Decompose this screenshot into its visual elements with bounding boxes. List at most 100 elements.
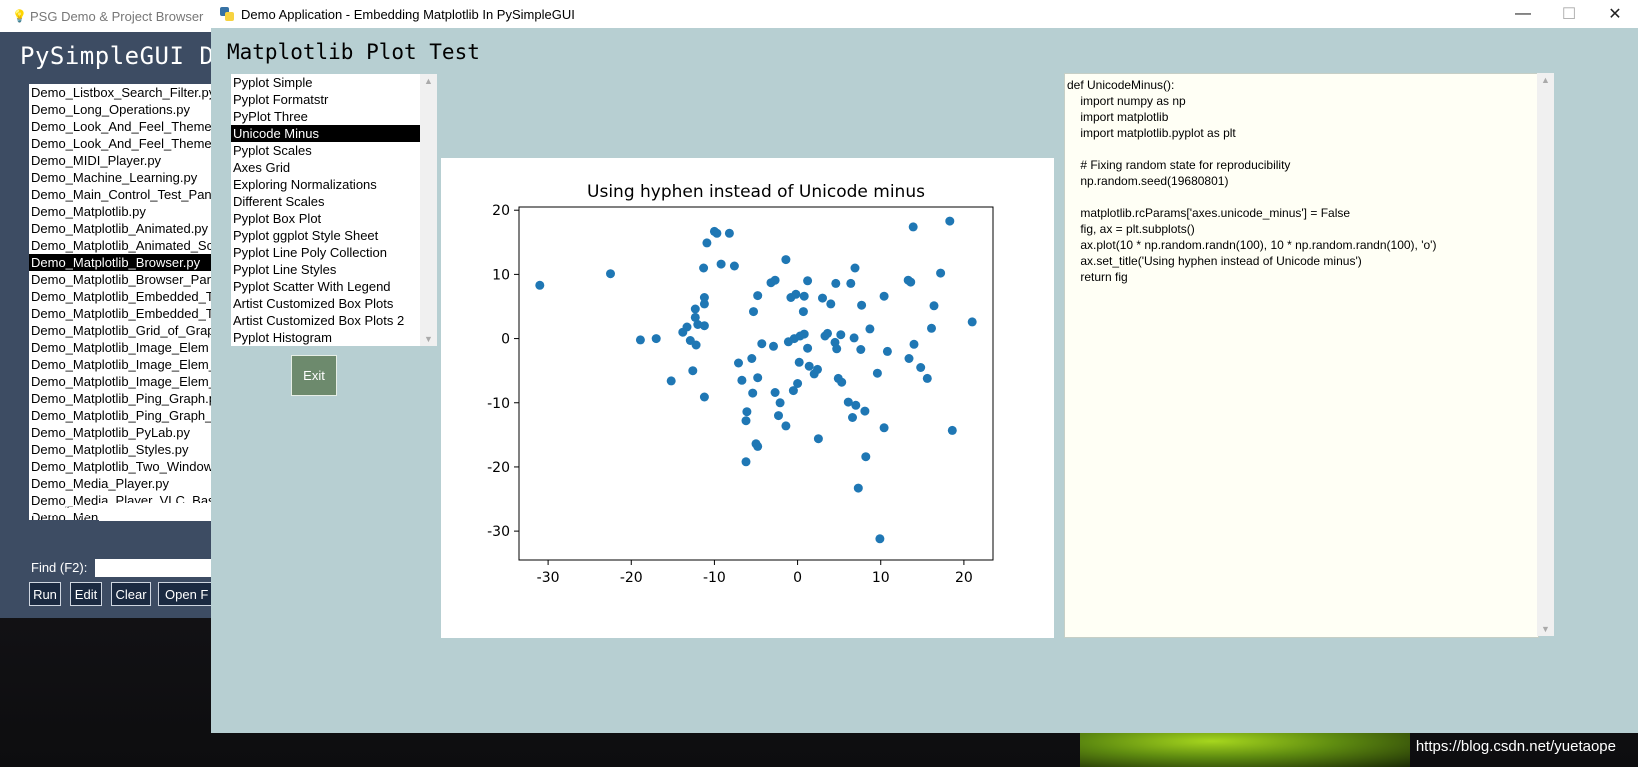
file-list-item[interactable]: Demo_MIDI_Player.py [29, 152, 214, 169]
y-tick-label: -20 [487, 460, 510, 476]
file-list-item[interactable]: Demo_Matplotlib_Embedded_T [29, 288, 214, 305]
y-tick-label: 10 [492, 267, 510, 283]
data-point [699, 299, 709, 309]
plot-list-item[interactable]: Pyplot Simple [231, 74, 420, 91]
scroll-down-icon[interactable]: ▼ [1541, 624, 1550, 634]
exit-button[interactable]: Exit [291, 355, 337, 396]
plot-listbox[interactable]: Pyplot Simple Pyplot Formatstr PyPlot Thre… [231, 74, 420, 346]
y-tick-label: 20 [492, 203, 510, 219]
plot-list-item[interactable]: Axes Grid [231, 159, 420, 176]
file-list-item[interactable]: Demo_Matplotlib_Ping_Graph_ [29, 407, 214, 424]
file-list-item[interactable]: Demo_Matplotlib_Browser.py [29, 254, 214, 271]
plot-list-item[interactable]: Artist Customized Box Plots 2 [231, 312, 420, 329]
data-point [849, 333, 859, 343]
file-list-item[interactable]: Demo_Matplotlib_Two_Window [29, 458, 214, 475]
file-list-item[interactable]: Demo_Media_Player.py [29, 475, 214, 492]
file-list-item[interactable]: Demo_Matplotlib_Image_Elem_ [29, 356, 214, 373]
data-point [861, 452, 871, 462]
plot-list-item[interactable]: Pyplot Scales [231, 142, 420, 159]
data-point [682, 322, 692, 332]
find-input[interactable] [95, 559, 214, 577]
watermark: https://blog.csdn.net/yuetaope [1415, 738, 1616, 755]
file-list-item[interactable]: Demo_Matplotlib.py [29, 203, 214, 220]
data-point [831, 278, 841, 288]
file-list-item[interactable]: Demo_Look_And_Feel_Theme_ [29, 135, 214, 152]
data-point [818, 293, 827, 303]
plot-list-item[interactable]: Pyplot Box Plot [231, 210, 420, 227]
code-view[interactable]: def UnicodeMinus(): import numpy as np i… [1064, 73, 1539, 638]
plot-list-item[interactable]: Pyplot Line Styles [231, 261, 420, 278]
demo-application-titlebar[interactable]: Demo Application - Embedding Matplotlib … [211, 0, 1638, 28]
plot-list-item[interactable]: Pyplot Formatstr [231, 91, 420, 108]
file-list-item[interactable]: Demo_Matplotlib_Embedded_T [29, 305, 214, 322]
file-list-item[interactable]: Demo_Matplotlib_Ping_Graph.p [29, 390, 214, 407]
file-list-item[interactable]: Demo_Main_Control_Test_Pan [29, 186, 214, 203]
data-point [823, 328, 832, 338]
data-point [857, 300, 867, 310]
scroll-up-icon[interactable]: ▲ [1541, 75, 1550, 85]
data-point [749, 307, 758, 317]
x-tick-label: -10 [703, 570, 726, 586]
plot-list-item[interactable]: Pyplot ggplot Style Sheet [231, 227, 420, 244]
data-point [774, 411, 783, 421]
filter-input[interactable] [99, 503, 214, 521]
data-point [770, 275, 780, 285]
data-point [606, 269, 615, 279]
open-folder-button[interactable]: Open F [158, 582, 214, 606]
plot-list-item[interactable]: Different Scales [231, 193, 420, 210]
scroll-down-icon[interactable]: ▼ [424, 334, 433, 344]
data-point [927, 323, 936, 333]
data-point [535, 280, 545, 290]
file-list-item[interactable]: Demo_Listbox_Search_Filter.py [29, 84, 214, 101]
data-point [699, 263, 709, 273]
plot-list-item[interactable]: PyPlot Three [231, 108, 420, 125]
close-icon[interactable]: ✕ [1592, 0, 1638, 28]
minimize-icon[interactable]: — [1500, 0, 1546, 28]
plot-list-item[interactable]: Unicode Minus [231, 125, 420, 142]
plot-list-item[interactable]: Pyplot Line Poly Collection [231, 244, 420, 261]
plot-list-item[interactable]: Pyplot Histogram [231, 329, 420, 346]
data-point [875, 534, 885, 544]
page-title: Matplotlib Plot Test [227, 40, 480, 64]
file-list-item[interactable]: Demo_Matplotlib_Animated.py [29, 220, 214, 237]
data-point [742, 407, 752, 417]
code-text: def UnicodeMinus(): import numpy as np i… [1067, 78, 1437, 284]
plot-list-item[interactable]: Pyplot Scatter With Legend [231, 278, 420, 295]
x-tick-label: -30 [537, 570, 560, 586]
file-list-item[interactable]: Demo_Matplotlib_Styles.py [29, 441, 214, 458]
edit-button[interactable]: Edit [70, 582, 102, 606]
clear-button[interactable]: Clear [111, 582, 151, 606]
file-list-item[interactable]: Demo_Matplotlib_Browser_Pan [29, 271, 214, 288]
file-list-item[interactable]: Demo_Matplotlib_Image_Elem [29, 339, 214, 356]
file-list-item[interactable]: Demo_Matplotlib_Animated_Sc [29, 237, 214, 254]
data-point [929, 301, 939, 311]
data-point [688, 366, 698, 376]
file-list-item[interactable]: Demo_Machine_Learning.py [29, 169, 214, 186]
demo-file-list[interactable]: Demo_Listbox_Search_Filter.py Demo_Long_O… [29, 84, 214, 520]
plot-frame [518, 206, 994, 561]
scatter-chart: Using hyphen instead of Unicode minus -30… [487, 182, 994, 586]
file-list-item[interactable]: Demo_Matplotlib_Grid_of_Grap [29, 322, 214, 339]
find-label: Find (F2): [31, 560, 88, 575]
file-list-item[interactable]: Demo_Matplotlib_Image_Elem_ [29, 373, 214, 390]
code-scrollbar[interactable]: ▲ ▼ [1537, 73, 1554, 636]
plot-list-item[interactable]: Exploring Normalizations [231, 176, 420, 193]
project-browser-window: 💡 PSG Demo & Project Browser PySimpleGUI… [0, 0, 229, 618]
data-point [724, 228, 734, 238]
data-point [793, 379, 803, 388]
filter-label: Filter (F1): [31, 504, 91, 519]
data-point [848, 413, 857, 422]
lightbulb-icon: 💡 [12, 9, 27, 23]
scroll-up-icon[interactable]: ▲ [424, 76, 433, 86]
plot-list-item[interactable]: Artist Customized Box Plots [231, 295, 420, 312]
file-list-item[interactable]: Demo_Matplotlib_PyLab.py [29, 424, 214, 441]
plot-list-scrollbar[interactable]: ▲ ▼ [420, 74, 437, 346]
data-point [936, 268, 946, 278]
project-browser-titlebar[interactable]: 💡 PSG Demo & Project Browser [0, 0, 214, 32]
maximize-icon[interactable]: ☐ [1546, 0, 1592, 28]
project-browser-title: PSG Demo & Project Browser [30, 8, 204, 24]
file-list-item[interactable]: Demo_Long_Operations.py [29, 101, 214, 118]
run-button[interactable]: Run [29, 582, 61, 606]
y-tick-label: -10 [487, 396, 510, 412]
file-list-item[interactable]: Demo_Look_And_Feel_Theme_ [29, 118, 214, 135]
